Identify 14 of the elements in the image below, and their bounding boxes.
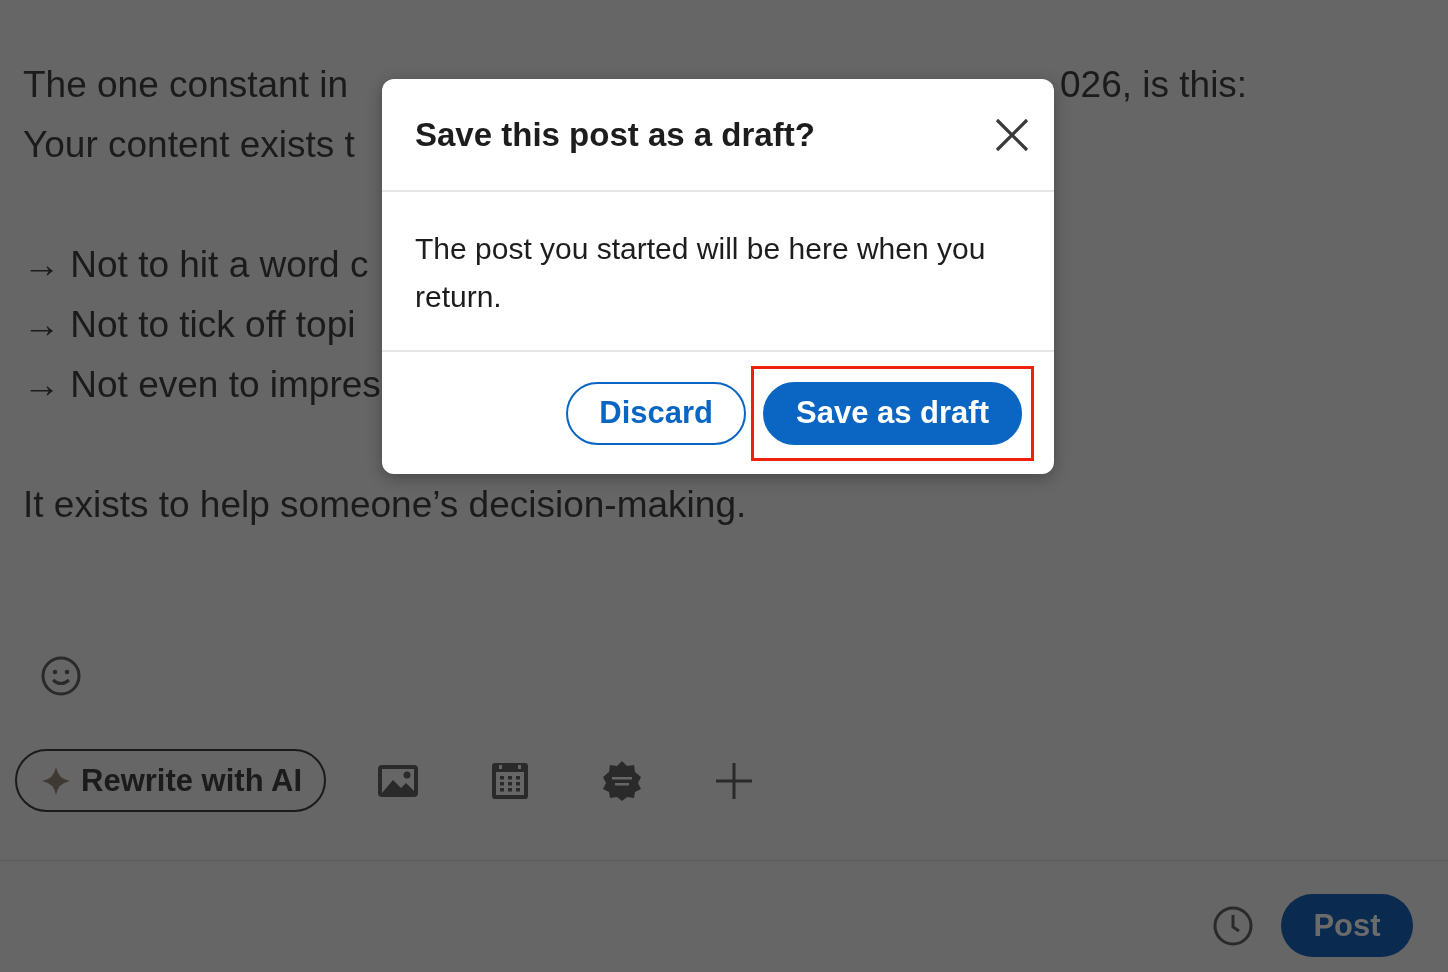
dialog-message: The post you started will be here when you return. <box>415 231 987 315</box>
emoji-icon[interactable] <box>41 656 81 696</box>
post-text-line: 026, is this: <box>1060 64 1248 106</box>
rewrite-button[interactable]: Rewrite with AI <box>15 749 327 812</box>
save-draft-button[interactable]: Save as draft <box>763 381 1022 445</box>
post-text-line: → Not to hit a word c <box>23 244 369 286</box>
clock-icon[interactable] <box>1213 905 1253 946</box>
discard-button[interactable]: Discard <box>566 381 746 445</box>
dialog-title: Save this post as a draft? <box>415 115 815 154</box>
post-text-line: The one constant in <box>23 64 349 106</box>
post-text-line: It exists to help someone’s decision-making. <box>23 484 747 526</box>
post-text-line: Your content exists t <box>23 124 355 166</box>
post-text-line: → Not even to impres <box>23 364 381 406</box>
post-text-line: → Not to tick off topi <box>23 304 356 346</box>
